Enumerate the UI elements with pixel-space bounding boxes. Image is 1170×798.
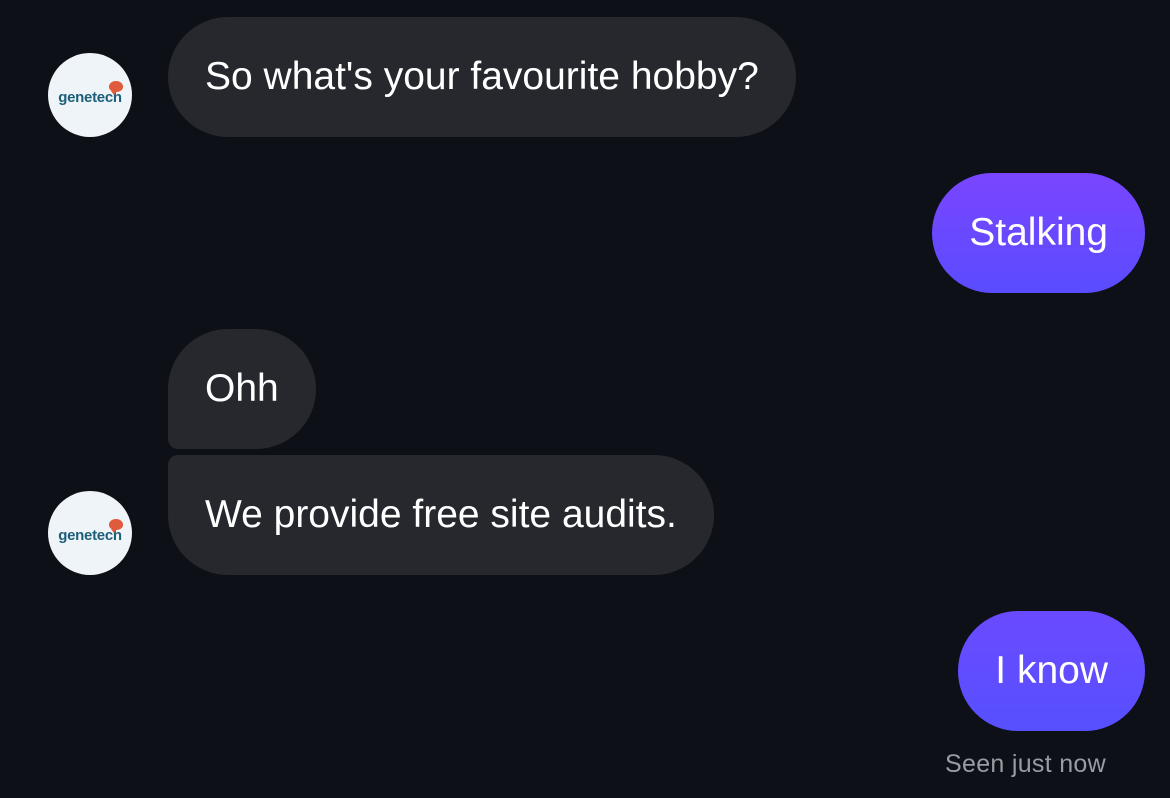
incoming-message-bubble[interactable]: We provide free site audits. [168,455,714,575]
outgoing-message-bubble[interactable]: Stalking [932,173,1145,293]
outgoing-message-bubble[interactable]: I know [958,611,1145,731]
message-text: Ohh [205,367,279,410]
message-text: Stalking [969,211,1108,254]
message-text: We provide free site audits. [205,493,677,536]
message-text: I know [995,649,1108,692]
incoming-message-bubble[interactable]: Ohh [168,329,316,449]
speech-bubble-logo-icon [109,519,123,533]
speech-bubble-logo-icon [109,81,123,95]
read-receipt: Seen just now [945,750,1106,778]
contact-avatar[interactable]: genetech [48,491,132,575]
message-thread: genetech So what's your favourite hobby?… [0,0,1170,798]
incoming-message-bubble[interactable]: So what's your favourite hobby? [168,17,796,137]
contact-avatar[interactable]: genetech [48,53,132,137]
message-text: So what's your favourite hobby? [205,55,759,98]
